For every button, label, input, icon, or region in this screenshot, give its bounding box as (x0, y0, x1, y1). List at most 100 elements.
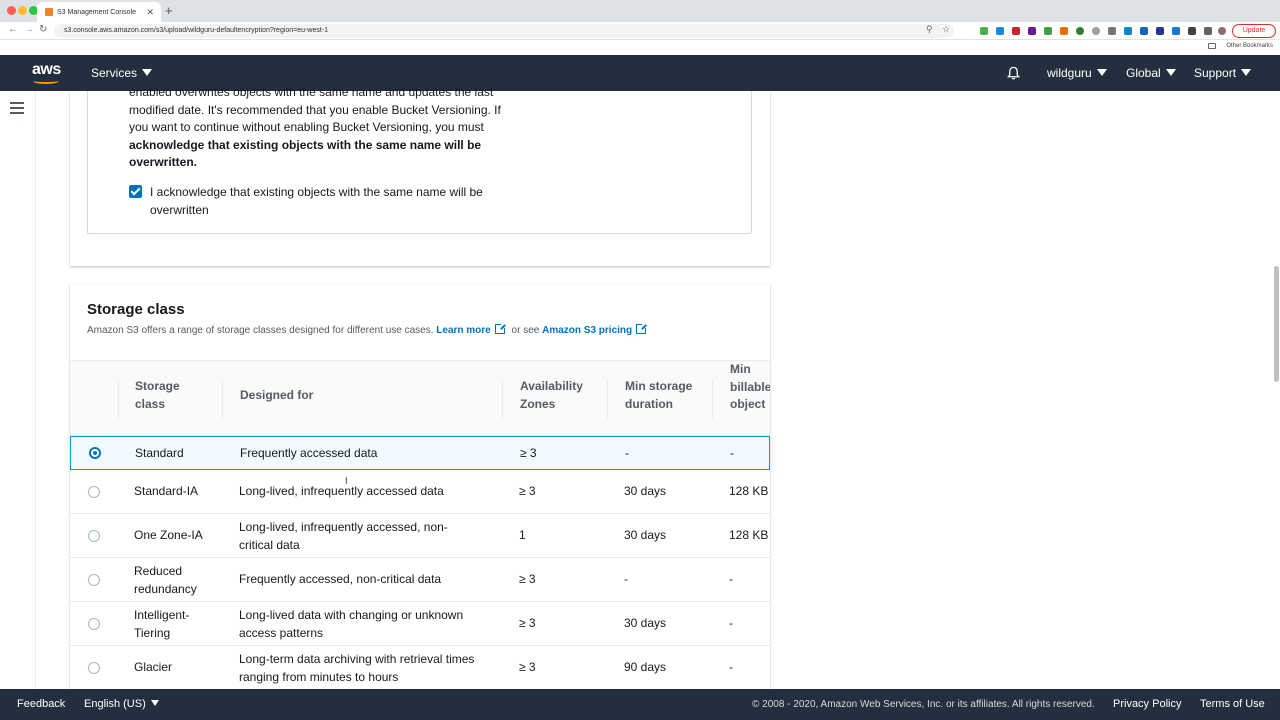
min-billable-cell: - (729, 616, 733, 630)
chevron-down-icon (150, 700, 159, 706)
storage-class-description: Amazon S3 offers a range of storage clas… (87, 323, 650, 336)
chevron-down-icon (142, 69, 153, 76)
puzzle-icon[interactable] (1204, 27, 1212, 35)
designed-for-cell: Long-lived, infrequently accessed data (239, 484, 444, 498)
url-field[interactable]: s3.console.aws.amazon.com/s3/upload/wild… (54, 24, 954, 38)
min-storage-duration-cell: - (624, 572, 628, 586)
page-scrollbar[interactable] (1274, 266, 1279, 382)
acknowledge-checkbox[interactable] (129, 185, 142, 198)
extension-icon[interactable] (1188, 27, 1196, 35)
aws-logo[interactable]: aws (32, 61, 61, 79)
update-button[interactable]: Update (1232, 24, 1276, 38)
column-header-availability-zones[interactable]: Availability Zones (520, 378, 600, 413)
tab-title: S3 Management Console (57, 9, 136, 16)
storage-class-row-reduced-redundancy[interactable]: Reduced redundancy Frequently accessed, n… (70, 558, 770, 602)
storage-class-radio[interactable] (88, 618, 100, 630)
storage-class-radio[interactable] (88, 530, 100, 542)
external-link-icon (494, 323, 506, 334)
extension-icon[interactable] (1156, 27, 1164, 35)
chevron-down-icon (1096, 69, 1107, 76)
storage-class-radio[interactable] (88, 486, 100, 498)
storage-class-panel: Storage class Amazon S3 offers a range o… (70, 284, 770, 694)
minimize-window-icon[interactable] (18, 6, 27, 15)
s3-pricing-link[interactable]: Amazon S3 pricing (542, 323, 650, 336)
extension-icon[interactable] (1060, 27, 1068, 35)
extension-icon[interactable] (1076, 27, 1084, 35)
column-header-storage-class[interactable]: Storage class (135, 378, 205, 413)
min-storage-duration-cell: 30 days (624, 616, 667, 630)
services-menu[interactable]: Services (91, 66, 153, 80)
min-billable-cell: - (730, 446, 734, 460)
region-menu[interactable]: Global (1126, 66, 1176, 80)
notification-bell-icon[interactable] (1006, 65, 1021, 81)
storage-class-radio[interactable] (88, 574, 100, 586)
account-menu[interactable]: wildguru (1047, 66, 1107, 80)
close-tab-icon[interactable]: ✕ (146, 7, 154, 18)
folder-icon (1208, 43, 1216, 49)
bookmark-star-icon[interactable]: ☆ (942, 24, 950, 35)
min-storage-duration-cell: 30 days (624, 484, 667, 498)
chevron-down-icon (1241, 69, 1252, 76)
extension-icon[interactable] (1028, 27, 1036, 35)
storage-class-row-standard[interactable]: Standard Frequently accessed data ≥ 3 - - (70, 436, 770, 470)
url-text: s3.console.aws.amazon.com/s3/upload/wild… (64, 27, 329, 34)
min-storage-duration-cell: - (625, 446, 629, 460)
privacy-policy-link[interactable]: Privacy Policy (1113, 698, 1181, 710)
support-menu[interactable]: Support (1194, 66, 1252, 80)
text-cursor-icon: I (345, 476, 348, 487)
extension-icon[interactable] (1124, 27, 1132, 35)
storage-class-radio[interactable] (89, 447, 101, 459)
min-storage-duration-cell: 30 days (624, 528, 667, 542)
aws-smile-icon (33, 78, 59, 84)
extension-icon[interactable] (980, 27, 988, 35)
terms-of-use-link[interactable]: Terms of Use (1200, 698, 1265, 710)
column-header-min-billable[interactable]: Min billable object (730, 361, 770, 414)
min-billable-cell: 128 KB (729, 484, 769, 498)
designed-for-cell: Frequently accessed, non-critical data (239, 572, 442, 586)
new-tab-icon[interactable]: + (165, 3, 173, 18)
storage-class-radio[interactable] (88, 662, 100, 674)
chevron-down-icon (1165, 69, 1176, 76)
other-bookmarks[interactable]: Other Bookmarks (1226, 43, 1273, 49)
aws-footer: Feedback English (US) © 2008 - 2020, Ama… (0, 689, 1280, 720)
extension-icon[interactable] (1140, 27, 1148, 35)
extension-icon[interactable] (1092, 27, 1100, 35)
extension-icon[interactable] (1172, 27, 1180, 35)
storage-class-row-one-zone-ia[interactable]: One Zone-IA Long-lived, infrequently acce… (70, 514, 770, 558)
availability-zones-cell: ≥ 3 (519, 616, 536, 630)
storage-class-name: Glacier (134, 660, 173, 674)
storage-class-name: Intelligent-Tiering (134, 608, 190, 640)
extension-icon[interactable] (1108, 27, 1116, 35)
extension-icon[interactable] (1044, 27, 1052, 35)
back-icon[interactable]: ← (8, 24, 18, 35)
zoom-icon[interactable]: ⚲ (926, 24, 933, 35)
reload-icon[interactable]: ↻ (39, 24, 47, 35)
support-label: Support (1194, 66, 1237, 80)
bookmarks-bar: Other Bookmarks (0, 40, 1280, 55)
storage-class-name: One Zone-IA (134, 528, 203, 542)
avatar[interactable] (1218, 27, 1226, 35)
browser-tab-bar: S3 Management Console ✕ + (0, 0, 1280, 22)
hamburger-menu-icon[interactable] (10, 102, 24, 114)
storage-class-name: Standard-IA (134, 484, 199, 498)
forward-icon[interactable]: → (24, 24, 34, 35)
feedback-link[interactable]: Feedback (17, 698, 65, 710)
min-billable-cell: - (729, 572, 733, 586)
availability-zones-cell: ≥ 3 (519, 660, 536, 674)
min-billable-cell: - (729, 660, 733, 674)
versioning-warning-text: enabled overwrites objects with the same… (129, 85, 501, 169)
extension-icon[interactable] (1012, 27, 1020, 35)
learn-more-link[interactable]: Learn more (436, 323, 508, 336)
column-header-min-storage-duration[interactable]: Min storage duration (625, 378, 705, 413)
column-header-designed-for[interactable]: Designed for (240, 387, 313, 405)
browser-tab[interactable]: S3 Management Console ✕ (37, 2, 161, 22)
language-selector[interactable]: English (US) (84, 698, 159, 710)
close-window-icon[interactable] (7, 6, 16, 15)
storage-class-row-intelligent-tiering[interactable]: Intelligent-Tiering Long-lived data with … (70, 602, 770, 646)
extension-icon[interactable] (996, 27, 1004, 35)
storage-class-name: Reduced redundancy (134, 564, 197, 596)
acknowledge-label[interactable]: I acknowledge that existing objects with… (150, 184, 530, 219)
storage-class-row-standard-ia[interactable]: Standard-IA Long-lived, infrequently acce… (70, 470, 770, 514)
storage-class-row-glacier[interactable]: Glacier Long-term data archiving with ret… (70, 646, 770, 690)
aws-favicon-icon (45, 8, 53, 16)
